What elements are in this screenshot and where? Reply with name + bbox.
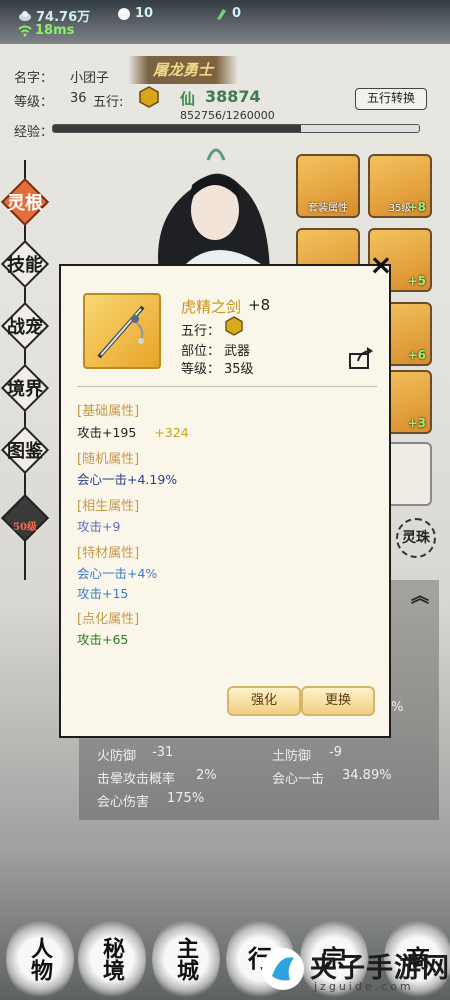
watermark: 夹子手游网 jzguide.com xyxy=(258,940,450,1000)
stat-critdmg-label: 会心伤害 xyxy=(97,795,150,810)
mutual-attack: 攻击+9 xyxy=(77,519,121,534)
item-gold-element-icon xyxy=(225,316,243,336)
silver-ingot-icon xyxy=(19,10,31,21)
top-status-bar: 74.76万 10 0 18ms xyxy=(0,0,450,44)
replace-button[interactable]: 更换 xyxy=(301,686,375,716)
nav-secret-realm-label: 秘境 xyxy=(99,937,125,981)
level-lock-label: 50级 xyxy=(13,521,37,533)
base-attack: 攻击+195 xyxy=(77,425,137,440)
collapse-icon[interactable]: ︽ xyxy=(409,582,431,607)
menu-codex[interactable]: 图鉴 xyxy=(0,424,50,476)
menu-pets-label: 战宠 xyxy=(7,317,43,338)
slot-weapon-plus: +8 xyxy=(407,200,426,214)
stat-partial-percent: % xyxy=(391,700,404,715)
jade-amount: 0 xyxy=(232,6,242,21)
wuxing-convert-button[interactable]: 五行转换 xyxy=(355,88,427,110)
player-level: 36 xyxy=(70,91,87,106)
watermark-url: jzguide.com xyxy=(314,980,414,993)
refine-attack: 攻击+65 xyxy=(77,632,129,647)
section-base-title: [基础属性] xyxy=(77,404,140,419)
gold-element-icon xyxy=(139,86,159,108)
menu-realm-label: 境界 xyxy=(7,379,43,400)
item-wuxing-label: 五行： xyxy=(181,324,221,339)
menu-codex-label: 图鉴 xyxy=(7,441,43,462)
slot-accessory-plus: +3 xyxy=(407,416,426,430)
item-level-value: 35级 xyxy=(224,362,254,377)
item-part-value: 武器 xyxy=(224,344,251,359)
slot-weapon[interactable]: 35级 +8 xyxy=(368,154,432,218)
stat-earth-def-value: -9 xyxy=(329,745,342,760)
nav-character-label: 人物 xyxy=(27,937,53,981)
item-enhance-level: +8 xyxy=(248,296,271,314)
item-part-label: 部位： xyxy=(181,344,221,359)
enhance-button[interactable]: 强化 xyxy=(227,686,301,716)
material-attack: 攻击+15 xyxy=(77,586,129,601)
lingzhu-button[interactable]: 灵珠 xyxy=(396,518,436,558)
stat-crit-value: 34.89% xyxy=(342,768,392,783)
slot-set-attr[interactable]: 套装属性 xyxy=(296,154,360,218)
stat-fire-def-label: 火防御 xyxy=(97,749,137,764)
close-icon[interactable]: × xyxy=(367,251,395,281)
stat-fire-def-value: -31 xyxy=(152,745,174,760)
player-title-plate: 屠龙勇士 xyxy=(128,56,238,84)
character-portrait xyxy=(158,148,270,280)
nav-secret-realm[interactable]: 秘境 xyxy=(78,918,146,1000)
level-label: 等级： xyxy=(14,95,54,110)
stat-stun-value: 2% xyxy=(196,768,217,783)
wifi-icon xyxy=(18,25,32,36)
pearl-icon xyxy=(118,7,130,20)
menu-level-lock[interactable]: 50级 xyxy=(0,492,50,544)
player-name: 小团子 xyxy=(70,71,110,86)
item-level-label: 等级： xyxy=(181,362,221,377)
xian-icon: 仙 xyxy=(180,90,196,108)
player-title: 屠龙勇士 xyxy=(152,61,213,79)
name-label: 名字： xyxy=(14,71,54,86)
exp-text: 852756/1260000 xyxy=(180,109,275,122)
item-detail-modal: 虎精之剑 +8 五行： 部位： 武器 等级： 35级 [基础属性] 攻击+195… xyxy=(59,264,391,738)
sword-icon xyxy=(97,305,145,359)
section-mutual-title: [相生属性] xyxy=(77,499,140,514)
lingzhu-label: 灵珠 xyxy=(402,530,430,546)
exp-label: 经验： xyxy=(14,125,54,140)
random-crit: 会心一击+4.19% xyxy=(77,472,178,487)
stat-critdmg-value: 175% xyxy=(167,791,205,806)
section-random-title: [随机属性] xyxy=(77,452,140,467)
section-refine-title: [点化属性] xyxy=(77,612,140,627)
item-icon-frame xyxy=(83,293,161,369)
jade-icon xyxy=(217,8,226,20)
menu-skills[interactable]: 技能 xyxy=(0,238,50,290)
section-material-title: [特材属性] xyxy=(77,546,140,561)
slot-helm-plus: +5 xyxy=(407,274,426,288)
xian-value: 38874 xyxy=(205,87,261,106)
ping-value: 18ms xyxy=(35,23,75,38)
exp-bar xyxy=(52,124,420,133)
exp-bar-fill xyxy=(53,125,301,132)
slot-set-attr-label: 套装属性 xyxy=(308,203,348,214)
network-ping: 18ms xyxy=(18,23,74,38)
material-crit: 会心一击+4% xyxy=(77,566,158,581)
nav-character[interactable]: 人物 xyxy=(6,918,74,1000)
jade-resource[interactable]: 0 xyxy=(214,6,241,21)
nav-main-city[interactable]: 主城 xyxy=(152,918,220,1000)
menu-skills-label: 技能 xyxy=(7,255,43,276)
slot-boots-plus: +6 xyxy=(407,348,426,362)
stat-earth-def-label: 土防御 xyxy=(272,749,312,764)
stat-crit-label: 会心一击 xyxy=(272,772,325,787)
section-base-line-1: 攻击+195 +324 xyxy=(77,422,189,441)
divider xyxy=(77,386,377,387)
watermark-logo-icon xyxy=(262,948,304,990)
pearl-amount: 10 xyxy=(135,6,154,21)
menu-realm[interactable]: 境界 xyxy=(0,362,50,414)
stat-stun-label: 击晕攻击概率 xyxy=(97,772,176,787)
menu-pets[interactable]: 战宠 xyxy=(0,300,50,352)
nav-main-city-label: 主城 xyxy=(173,937,199,981)
pearl-resource[interactable]: 10 xyxy=(117,6,153,21)
wuxing-label: 五行: xyxy=(93,95,124,110)
share-icon[interactable] xyxy=(348,346,374,370)
menu-linggen-label: 灵根 xyxy=(7,193,43,214)
menu-linggen[interactable]: 灵根 xyxy=(0,176,50,228)
base-attack-bonus: +324 xyxy=(154,425,189,440)
item-name: 虎精之剑 xyxy=(181,298,242,316)
